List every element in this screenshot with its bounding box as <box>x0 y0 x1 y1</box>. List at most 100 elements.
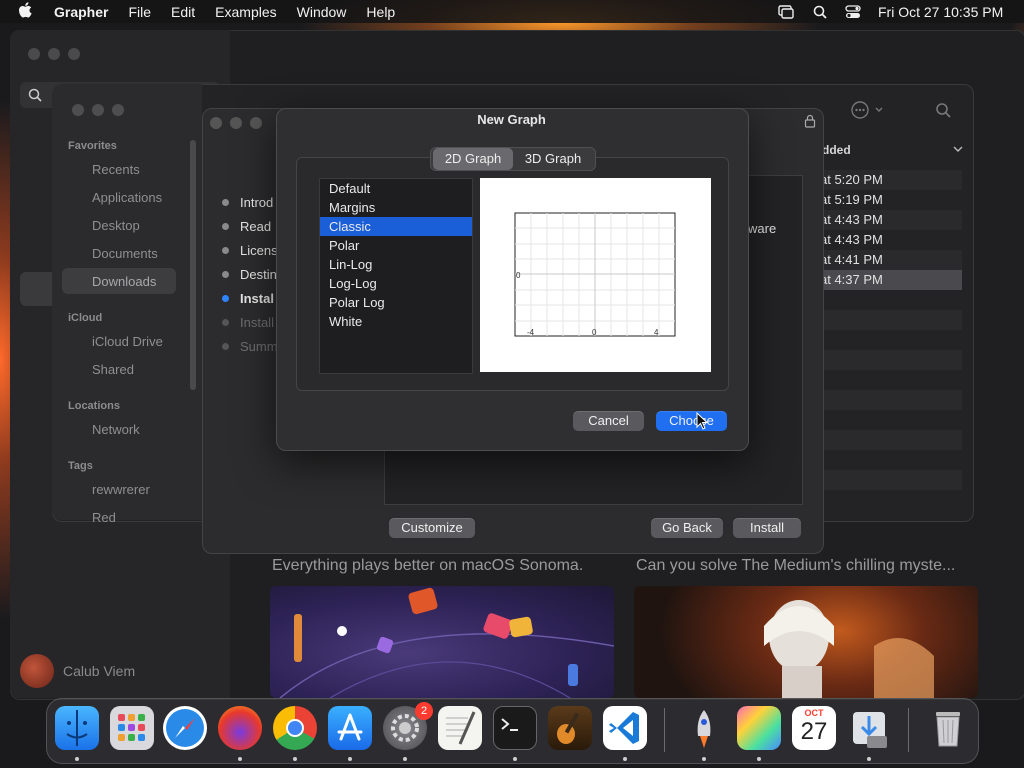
trash-icon[interactable] <box>926 706 970 750</box>
favorites-heading: Favorites <box>68 140 117 152</box>
sidebar-item-desktop[interactable]: Desktop <box>92 218 140 233</box>
tab-2d-graph[interactable]: 2D Graph <box>433 148 513 170</box>
sidebar-item-applications[interactable]: Applications <box>92 190 162 205</box>
garageband-icon[interactable] <box>548 706 592 750</box>
finder-icon[interactable] <box>55 706 99 750</box>
step-dot <box>222 247 229 254</box>
banner-title-medium[interactable]: Can you solve The Medium's chilling myst… <box>636 557 955 575</box>
template-default[interactable]: Default <box>320 179 472 198</box>
terminal-icon[interactable] <box>493 706 537 750</box>
template-polar[interactable]: Polar <box>320 236 472 255</box>
menu-app-name[interactable]: Grapher <box>54 4 108 20</box>
empty-row <box>820 430 962 450</box>
installer-minimize-button[interactable] <box>230 117 242 129</box>
step-destination: Destin <box>240 267 277 282</box>
safari-icon[interactable] <box>163 706 207 750</box>
template-log-log[interactable]: Log-Log <box>320 274 472 293</box>
choose-button[interactable]: Choose <box>656 411 727 431</box>
grapher-icon[interactable] <box>737 706 781 750</box>
go-back-button[interactable]: Go Back <box>651 518 723 538</box>
notification-badge: 2 <box>415 702 433 720</box>
finder-sidebar-scrollbar[interactable] <box>190 140 196 390</box>
running-indicator <box>403 757 407 761</box>
list-item[interactable]: at 5:20 PM <box>820 170 962 190</box>
list-item-selected[interactable]: at 4:37 PM <box>820 270 962 290</box>
customize-button[interactable]: Customize <box>389 518 475 538</box>
sidebar-item-shared[interactable]: Shared <box>92 362 134 377</box>
running-indicator <box>238 757 242 761</box>
list-item[interactable]: at 4:41 PM <box>820 250 962 270</box>
screen-mirroring-icon[interactable] <box>778 0 794 23</box>
avatar[interactable] <box>20 654 54 688</box>
downloads-stack-icon[interactable] <box>847 706 891 750</box>
template-classic[interactable]: Classic <box>320 217 472 236</box>
row-date: at 4:43 PM <box>820 232 883 247</box>
menu-clock[interactable]: Fri Oct 27 10:35 PM <box>878 0 1003 23</box>
step-dot <box>222 271 229 278</box>
sidebar-item-network[interactable]: Network <box>92 422 140 437</box>
window-zoom-button[interactable] <box>68 48 80 60</box>
sidebar-item-downloads[interactable]: Downloads <box>92 274 156 289</box>
rocket-app-icon[interactable] <box>682 706 726 750</box>
column-header-date-added[interactable]: dded <box>822 143 851 157</box>
finder-zoom-button[interactable] <box>112 104 124 116</box>
sidebar-item-icloud-drive[interactable]: iCloud Drive <box>92 334 163 349</box>
more-actions-icon[interactable] <box>850 100 886 125</box>
empty-row <box>820 470 962 490</box>
sidebar-item-recents[interactable]: Recents <box>92 162 140 177</box>
chevron-down-icon[interactable] <box>952 142 964 160</box>
row-date: at 5:20 PM <box>820 172 883 187</box>
calendar-day: 27 <box>800 718 828 745</box>
spotlight-search-icon[interactable] <box>813 0 827 23</box>
search-icon <box>28 88 42 102</box>
window-minimize-button[interactable] <box>48 48 60 60</box>
list-item[interactable]: at 4:43 PM <box>820 210 962 230</box>
launchpad-icon[interactable] <box>110 706 154 750</box>
sidebar-item-tag-rewwrerer[interactable]: rewwrerer <box>92 482 150 497</box>
list-item[interactable]: at 4:43 PM <box>820 230 962 250</box>
menu-examples[interactable]: Examples <box>215 4 276 20</box>
lock-icon <box>804 114 816 133</box>
install-button[interactable]: Install <box>733 518 801 538</box>
app-store-icon[interactable] <box>328 706 372 750</box>
banner-image-the-medium[interactable] <box>634 586 978 698</box>
banner-image-games[interactable] <box>270 586 614 698</box>
cancel-button[interactable]: Cancel <box>573 411 644 431</box>
finder-minimize-button[interactable] <box>92 104 104 116</box>
running-indicator <box>348 757 352 761</box>
banner-title-sonoma[interactable]: Everything plays better on macOS Sonoma. <box>272 557 583 575</box>
running-indicator <box>623 757 627 761</box>
template-margins[interactable]: Margins <box>320 198 472 217</box>
tab-3d-graph[interactable]: 3D Graph <box>513 148 593 170</box>
installer-close-button[interactable] <box>210 117 222 129</box>
row-date: at 4:37 PM <box>820 272 883 287</box>
textedit-icon[interactable] <box>438 706 482 750</box>
apple-icon[interactable] <box>18 1 32 22</box>
step-dot-current <box>222 295 229 302</box>
menu-edit[interactable]: Edit <box>171 4 195 20</box>
preview-x-mid-label: 0 <box>592 328 597 337</box>
template-lin-log[interactable]: Lin-Log <box>320 255 472 274</box>
template-polar-log[interactable]: Polar Log <box>320 293 472 312</box>
list-item[interactable]: at 5:19 PM <box>820 190 962 210</box>
firefox-icon[interactable] <box>218 706 262 750</box>
template-list[interactable]: Default Margins Classic Polar Lin-Log Lo… <box>319 178 473 374</box>
row-date: at 4:41 PM <box>820 252 883 267</box>
menu-help[interactable]: Help <box>366 4 395 20</box>
account-name[interactable]: Calub Viem <box>63 663 135 679</box>
calendar-icon[interactable]: OCT 27 <box>792 706 836 750</box>
menu-file[interactable]: File <box>128 4 151 20</box>
window-close-button[interactable] <box>28 48 40 60</box>
sidebar-item-tag-red[interactable]: Red <box>92 510 116 525</box>
finder-close-button[interactable] <box>72 104 84 116</box>
mouse-pointer-icon <box>696 411 709 435</box>
chrome-icon[interactable] <box>273 706 317 750</box>
sidebar-item-documents[interactable]: Documents <box>92 246 158 261</box>
graph-type-segmented-control[interactable]: 2D Graph 3D Graph <box>430 147 596 171</box>
control-center-icon[interactable] <box>845 0 861 23</box>
vscode-icon[interactable] <box>603 706 647 750</box>
menu-window[interactable]: Window <box>297 4 347 20</box>
finder-search-icon[interactable] <box>935 102 951 123</box>
template-white[interactable]: White <box>320 312 472 331</box>
installer-zoom-button[interactable] <box>250 117 262 129</box>
